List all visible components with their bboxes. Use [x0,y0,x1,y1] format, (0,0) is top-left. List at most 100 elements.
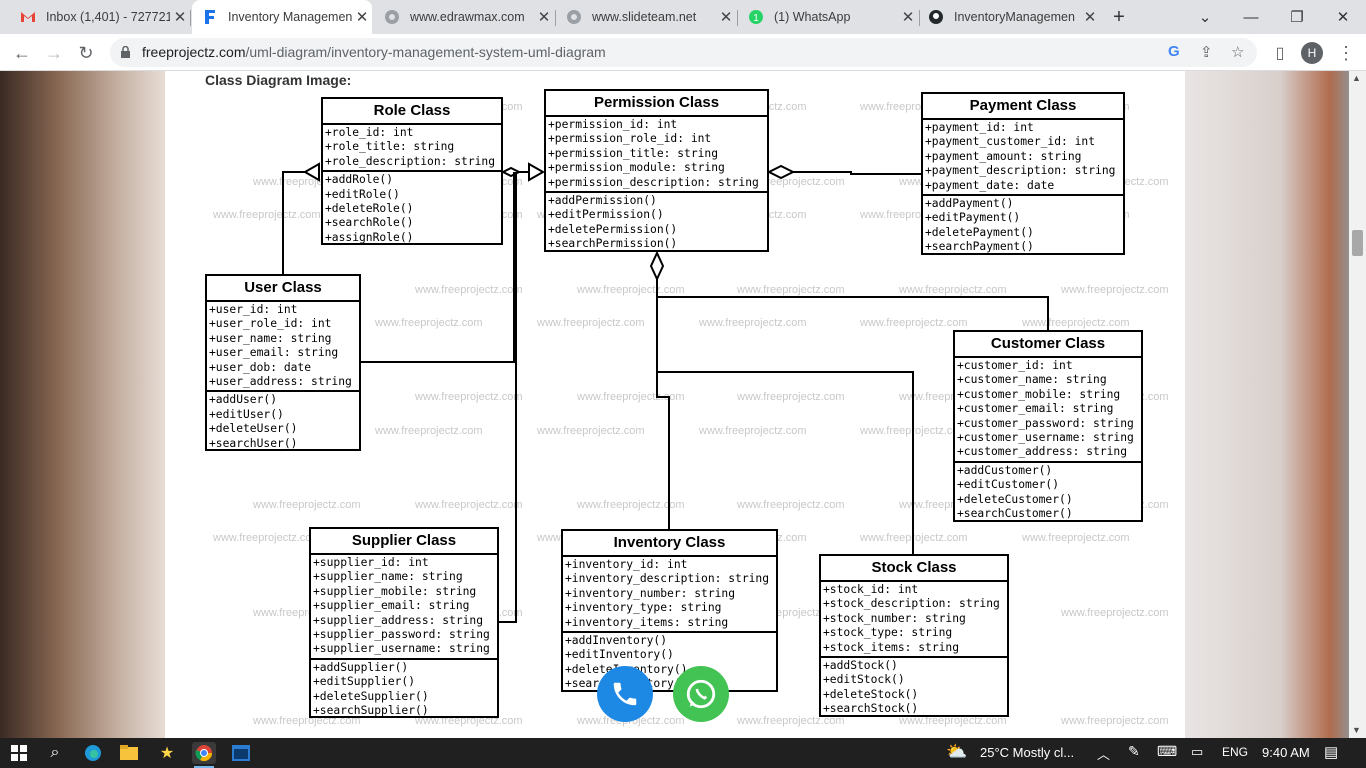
whatsapp-icon [686,679,716,709]
attribute: +supplier_address: string [313,613,484,627]
role-class-box: Role Class +role_id: int +role_title: str… [321,97,503,245]
attribute: +payment_description: string [925,164,1116,178]
show-hidden-icons-chevron-icon[interactable]: ︿ [1097,744,1110,763]
attribute: +inventory_description: string [565,572,770,586]
method: +editPayment() [925,211,1021,225]
weather-cloud-icon[interactable]: ⛅ [946,742,967,762]
chrome-icon[interactable] [192,742,216,764]
attribute: +stock_items: string [823,640,960,654]
search-icon[interactable]: ⌕ [44,742,66,764]
composition-line [656,253,670,529]
attribute: +user_name: string [209,331,332,345]
attribute: +supplier_password: string [313,628,490,642]
method: +searchPermission() [548,237,678,251]
scrollbar-thumb[interactable] [1352,230,1363,256]
attribute: +stock_type: string [823,626,953,640]
method: +editPermission() [548,208,664,222]
method: +deleteRole() [325,202,414,216]
attribute: +payment_customer_id: int [925,135,1096,149]
attribute: +supplier_name: string [313,570,463,584]
class-name: Customer Class [955,332,1141,358]
class-attributes: +permission_id: int +permission_role_id: … [546,117,767,191]
weather-text[interactable]: 25°C Mostly cl... [980,745,1074,760]
class-name: Role Class [323,99,501,125]
attribute: +stock_description: string [823,597,1000,611]
attribute: +customer_email: string [957,402,1114,416]
attribute: +customer_name: string [957,373,1107,387]
attribute: +customer_username: string [957,431,1134,445]
whatsapp-chat-button[interactable] [673,666,729,722]
method: +searchCustomer() [957,507,1073,521]
method: +editUser() [209,407,284,421]
scroll-up-arrow-icon[interactable]: ▲ [1352,73,1361,83]
method: +addSupplier() [313,660,409,674]
method: +assignRole() [325,230,414,244]
method: +addStock() [823,659,898,673]
class-name: User Class [207,276,359,302]
aggregation-diamond [766,164,796,180]
attribute: +payment_id: int [925,121,1034,134]
association-line [657,296,1049,330]
starred-app-icon[interactable]: ★ [156,742,178,764]
permission-class-box: Permission Class +permission_id: int +per… [544,89,769,252]
scroll-down-arrow-icon[interactable]: ▼ [1352,725,1361,735]
class-methods: +addInventory()+editInventory()+deleteIn… [563,631,776,693]
class-attributes: +user_id: int +user_role_id: int +user_nam… [207,302,359,390]
windows-taskbar: ⌕ ★ ⛅ 25°C Mostly cl... ︿ ✎ ⌨ ▭ ENG 9:40… [0,738,1366,768]
association-arrowhead [528,162,546,182]
method: +searchSupplier() [313,704,429,718]
notification-icon[interactable]: ▤ [1324,743,1338,761]
pen-icon[interactable]: ✎ [1128,743,1140,760]
method: +deleteStock() [823,687,919,701]
attribute: +stock_id: int [823,583,919,596]
customer-class-box: Customer Class +customer_id: int +custome… [953,330,1143,522]
generalization-arrowhead [302,162,320,182]
attribute: +permission_role_id: int [548,132,712,146]
file-explorer-icon[interactable] [118,742,140,764]
payment-class-box: Payment Class +payment_id: int +payment_c… [921,92,1125,255]
method: +editCustomer() [957,478,1060,492]
language-indicator[interactable]: ENG [1222,745,1248,759]
edge-icon[interactable] [82,742,104,764]
method: +searchStock() [823,702,919,716]
clock-time[interactable]: 9:40 AM [1262,745,1310,760]
method: +searchPayment() [925,240,1034,254]
attribute: +role_title: string [325,140,455,154]
class-methods: +addUser() +editUser() +deleteUser() +searc… [207,390,359,452]
attribute: +role_description: string [325,154,496,168]
call-button[interactable] [597,666,653,722]
class-name: Supplier Class [311,529,497,555]
method: +deleteUser() [209,422,298,436]
class-attributes: +stock_id: int +stock_description: string… [821,582,1007,656]
method: +editRole() [325,187,400,201]
class-methods: +addCustomer() +editCustomer() +deleteCust… [955,460,1141,523]
attribute: +supplier_email: string [313,599,470,613]
method: +addUser() [209,393,278,407]
attribute: +payment_amount: string [925,149,1082,163]
network-icon[interactable]: ▭ [1191,744,1203,760]
attribute: +inventory_id: int [565,558,688,571]
method: +searchUser() [209,436,298,450]
class-attributes: +supplier_id: int +supplier_name: string +… [311,555,497,658]
attribute: +permission_title: string [548,146,719,160]
attribute: +customer_address: string [957,445,1128,459]
windows-start-icon[interactable] [8,742,30,764]
method: +addInventory() [565,634,668,648]
attribute: +user_role_id: int [209,317,332,331]
class-attributes: +payment_id: int +payment_customer_id: in… [923,120,1123,194]
method: +deleteSupplier() [313,689,429,703]
method: +editSupplier() [313,675,416,689]
class-attributes: +customer_id: int +customer_name: string +… [955,358,1141,461]
class-attributes: +role_id: int +role_title: string +role_de… [323,125,501,170]
attribute: +inventory_number: string [565,586,736,600]
app-window-icon[interactable] [230,742,252,764]
method: +editInventory() [565,648,674,662]
method: +addRole() [325,173,394,187]
keyboard-icon[interactable]: ⌨ [1157,743,1177,760]
generalization-line [282,171,319,275]
class-methods: +addPermission() +editPermission() +delete… [546,191,767,253]
page-scrollbar[interactable] [1349,71,1366,738]
user-class-box: User Class +user_id: int +user_role_id: i… [205,274,361,451]
attribute: +user_address: string [209,375,352,389]
attribute: +inventory_type: string [565,601,722,615]
